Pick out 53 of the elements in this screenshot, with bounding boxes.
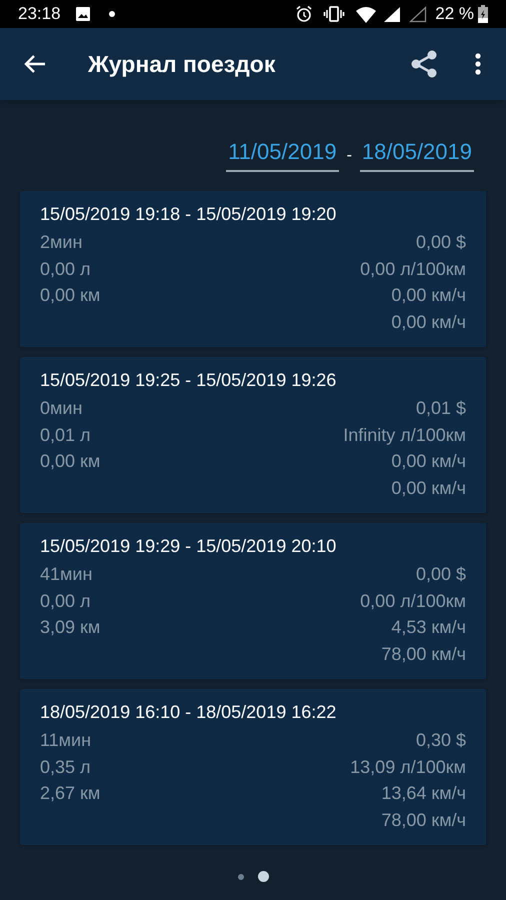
battery-percent: 22 % [435, 3, 474, 26]
alarm-icon [295, 5, 314, 23]
vibrate-icon [323, 6, 346, 22]
fuel-consumption: 13,09 л/100км [350, 756, 466, 778]
battery-icon [478, 5, 488, 23]
fuel-consumption: 0,00 л/100км [360, 258, 466, 280]
signal-empty-icon [409, 6, 428, 22]
trip-cost: 0,00 $ [416, 563, 466, 586]
trip-card[interactable]: 15/05/2019 19:25 - 15/05/2019 19:26 0мин 0,01 $ 0,01 л Infinity л/100км 0,00 км 0,00 км/ч 0,00 км/ч [20, 357, 486, 513]
trip-duration: 11мин [40, 730, 92, 750]
trip-duration: 2мин [40, 232, 82, 252]
trip-cost: 0,30 $ [416, 729, 466, 752]
end-date-field[interactable]: 18/05/2019 [360, 135, 474, 172]
max-speed: 0,00 км/ч [391, 476, 466, 500]
max-speed: 0,00 км/ч [391, 310, 466, 334]
fuel-used: 0,01 л [40, 424, 91, 444]
start-date-field[interactable]: 11/05/2019 [226, 135, 339, 172]
trip-distance: 3,09 км [40, 617, 100, 637]
trip-period: 15/05/2019 19:29 - 15/05/2019 20:10 [40, 535, 336, 558]
status-time: 23:18 [18, 3, 61, 26]
screen-title: Журнал поездок [88, 50, 276, 79]
max-speed: 78,00 км/ч [381, 808, 466, 832]
trip-period: 15/05/2019 19:25 - 15/05/2019 19:26 [40, 369, 336, 392]
trip-cost: 0,01 $ [416, 397, 466, 420]
trip-duration: 0мин [40, 398, 82, 418]
average-speed: 0,00 км/ч [391, 284, 466, 307]
fuel-used: 0,35 л [40, 756, 91, 776]
signal-icon [383, 6, 402, 22]
share-icon [409, 49, 439, 79]
trip-distance: 2,67 км [40, 783, 100, 803]
trip-card[interactable]: 15/05/2019 19:29 - 15/05/2019 20:10 41мин 0,00 $ 0,00 л 0,00 л/100км 3,09 км 4,53 км/ч 78,00 км/ч [20, 523, 486, 679]
trip-card[interactable]: 15/05/2019 19:18 - 15/05/2019 19:20 2мин 0,00 $ 0,00 л 0,00 л/100км 0,00 км 0,00 км/ч 0,00 км/ч [20, 191, 486, 347]
max-speed: 78,00 км/ч [381, 642, 466, 666]
trip-distance: 0,00 км [40, 451, 100, 471]
date-separator: - [346, 146, 352, 166]
average-speed: 13,64 км/ч [381, 782, 466, 805]
fuel-consumption: 0,00 л/100км [360, 590, 466, 612]
back-arrow-icon [24, 54, 46, 74]
average-speed: 4,53 км/ч [391, 616, 466, 639]
fuel-consumption: Infinity л/100км [343, 424, 466, 447]
trip-period: 15/05/2019 19:18 - 15/05/2019 19:20 [40, 203, 336, 226]
trip-distance: 0,00 км [40, 285, 100, 305]
more-icon [475, 53, 481, 75]
average-speed: 0,00 км/ч [391, 450, 466, 473]
trip-cost: 0,00 $ [416, 231, 466, 254]
dot-icon [108, 11, 115, 17]
wifi-icon [355, 6, 378, 22]
trip-duration: 41мин [40, 564, 92, 584]
trip-card[interactable]: 18/05/2019 16:10 - 18/05/2019 16:22 11мин 0,30 $ 0,35 л 13,09 л/100км 2,67 км 13,64 км/ч 78,00 км/ч [20, 689, 486, 845]
fuel-used: 0,00 л [40, 258, 91, 278]
fuel-used: 0,00 л [40, 590, 91, 610]
image-icon [74, 6, 91, 22]
trip-period: 18/05/2019 16:10 - 18/05/2019 16:22 [40, 701, 336, 724]
